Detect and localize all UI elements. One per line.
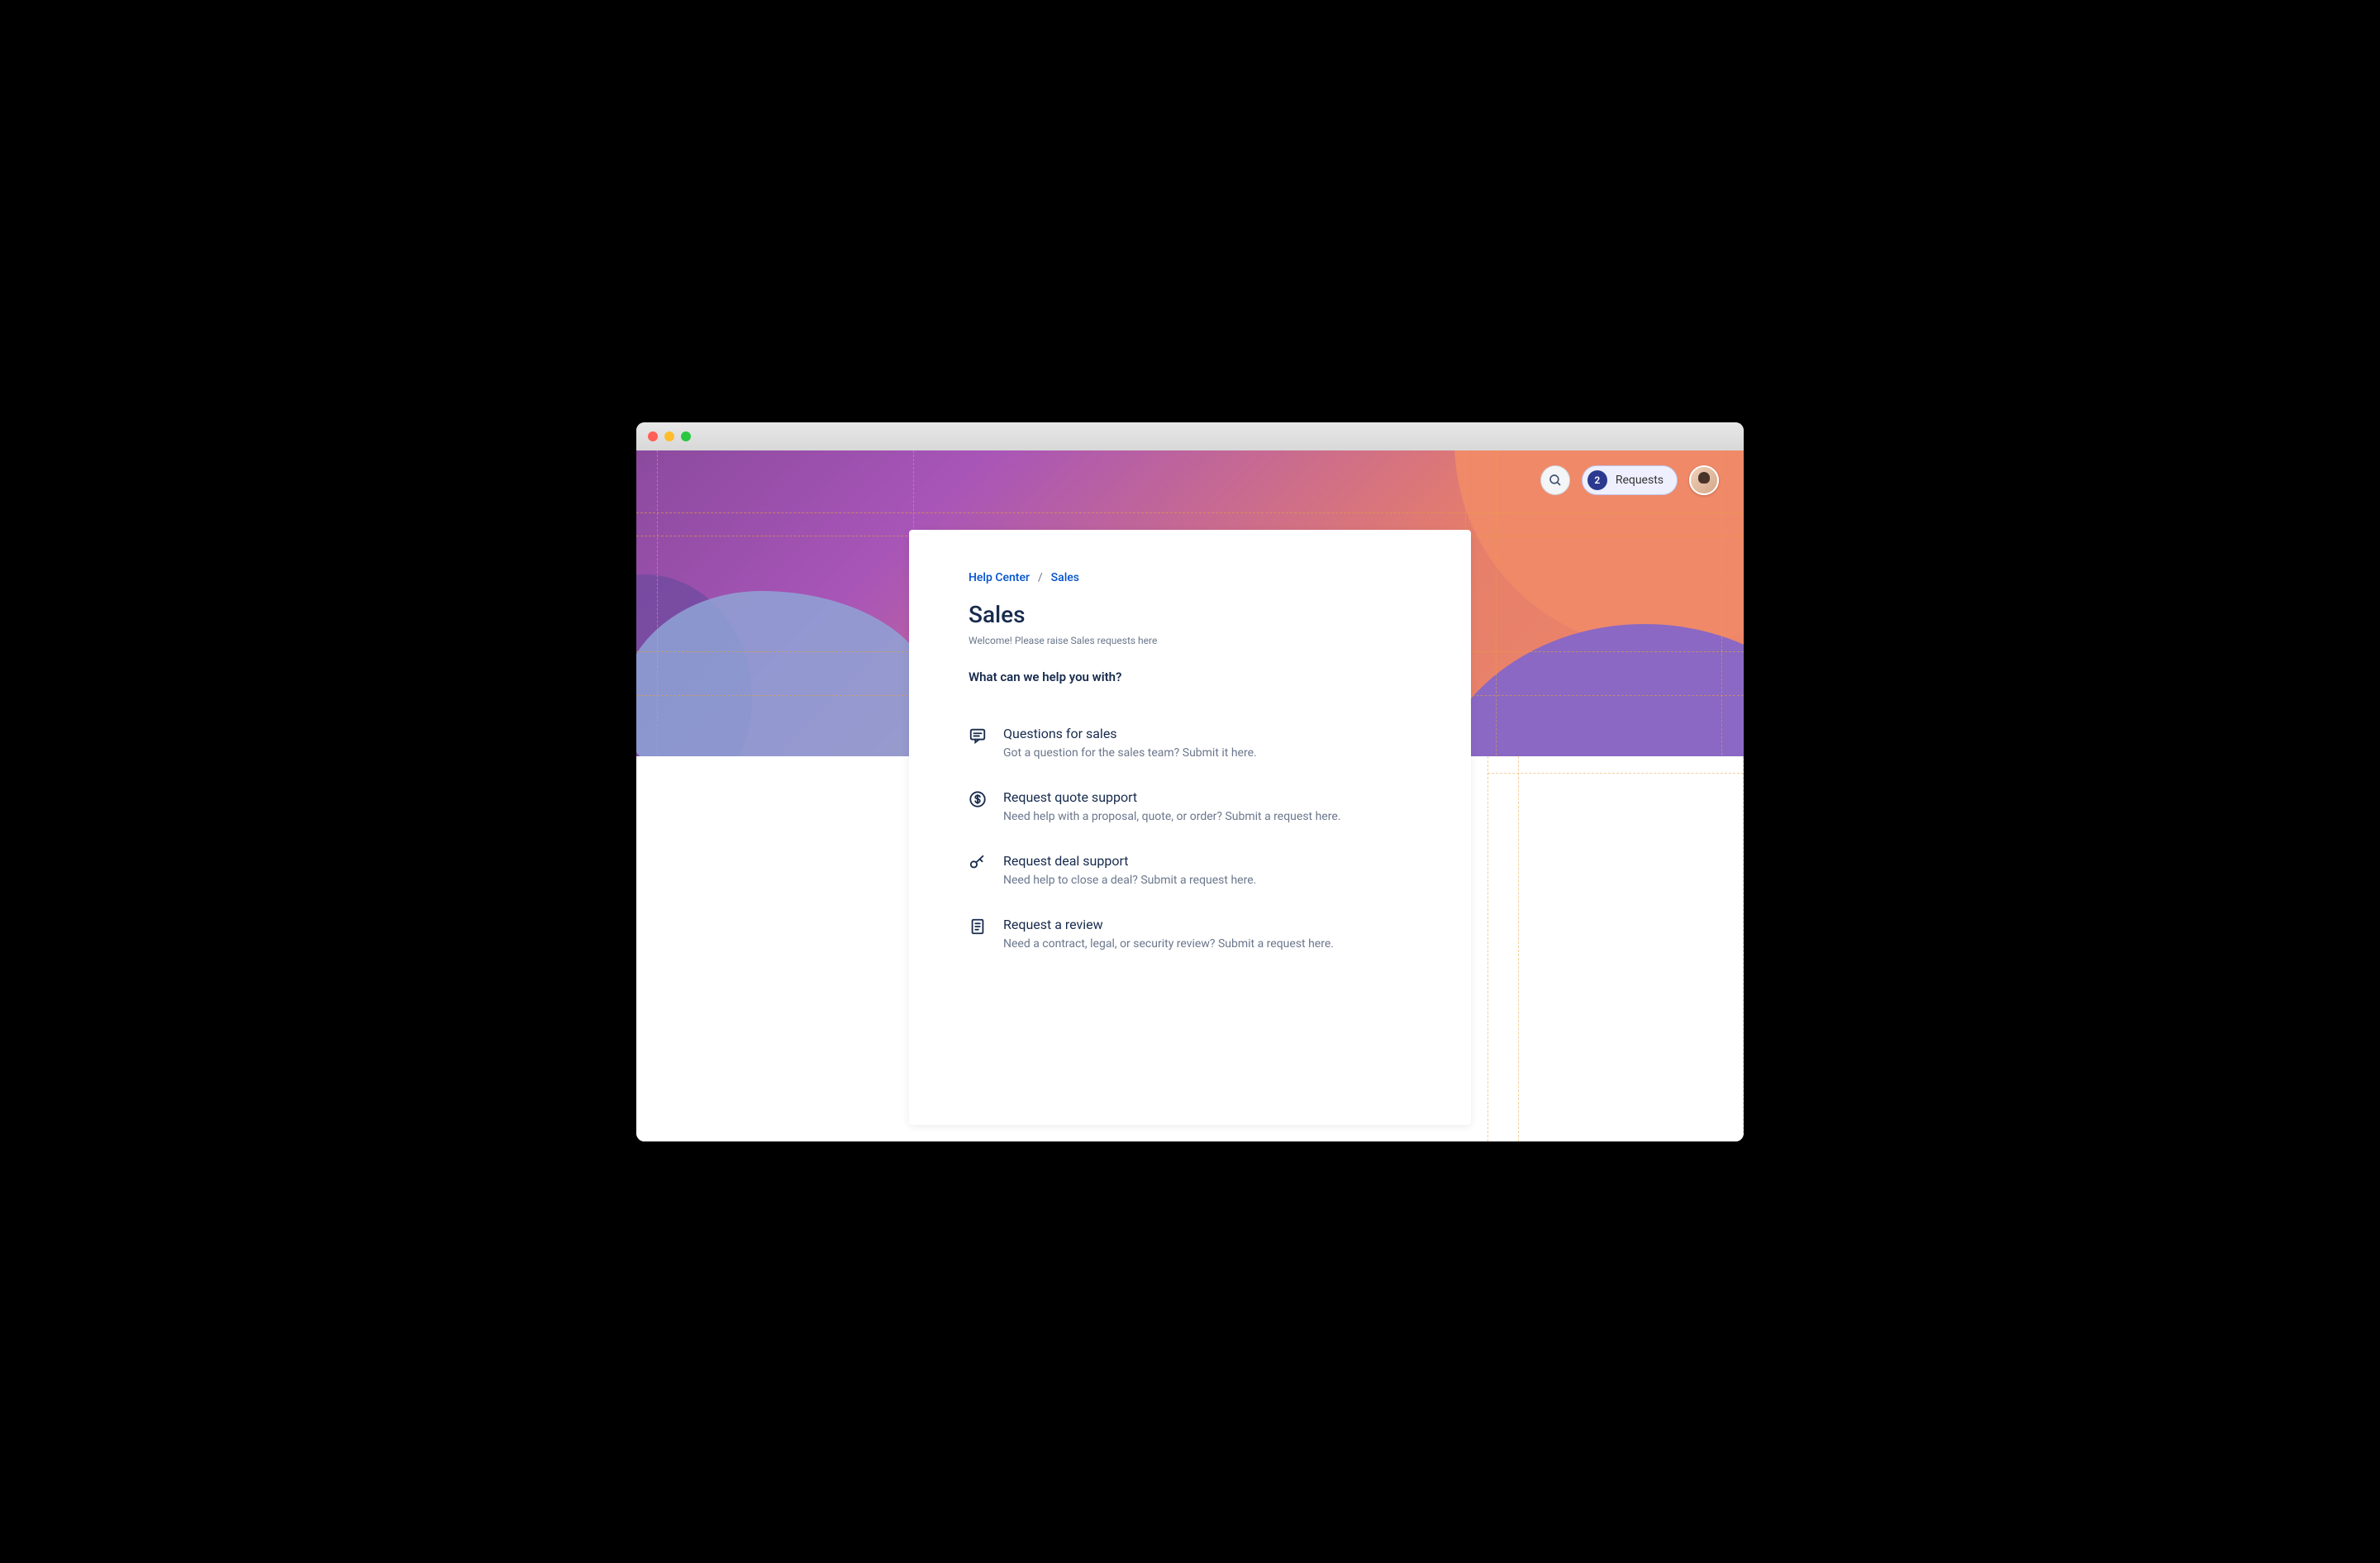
request-title: Request a review (1003, 917, 1334, 932)
close-window-button[interactable] (648, 431, 658, 441)
hero-blob-decoration (1430, 624, 1744, 756)
help-prompt: What can we help you with? (969, 670, 1411, 684)
request-type-deal[interactable]: Request deal support Need help to close … (969, 853, 1411, 887)
request-type-quote[interactable]: Request quote support Need help with a p… (969, 789, 1411, 823)
page-subtitle: Welcome! Please raise Sales requests her… (969, 635, 1411, 646)
browser-window: 2 Requests Help Center / Sales Sales Wel… (636, 422, 1744, 1141)
breadcrumb-root-link[interactable]: Help Center (969, 571, 1030, 584)
request-description: Need help to close a deal? Submit a requ… (1003, 874, 1256, 887)
requests-button[interactable]: 2 Requests (1582, 465, 1678, 495)
request-title: Request quote support (1003, 789, 1340, 805)
dollar-icon (969, 790, 987, 808)
request-description: Need help with a proposal, quote, or ord… (1003, 810, 1340, 823)
request-title: Request deal support (1003, 853, 1256, 869)
requests-label: Requests (1616, 474, 1664, 487)
request-title: Questions for sales (1003, 726, 1257, 741)
topbar: 2 Requests (1540, 465, 1719, 495)
breadcrumb: Help Center / Sales (969, 571, 1411, 584)
key-icon (969, 854, 987, 872)
document-icon (969, 917, 987, 936)
minimize-window-button[interactable] (664, 431, 674, 441)
breadcrumb-separator: / (1038, 571, 1043, 584)
request-description: Got a question for the sales team? Submi… (1003, 746, 1257, 760)
window-titlebar (636, 422, 1744, 450)
hero-blob-decoration (636, 591, 934, 756)
request-description: Need a contract, legal, or security revi… (1003, 937, 1334, 951)
breadcrumb-current-link[interactable]: Sales (1051, 571, 1079, 584)
grid-overlay (1488, 756, 1744, 1141)
search-icon (1548, 473, 1563, 488)
page-title: Sales (969, 601, 1411, 628)
maximize-window-button[interactable] (681, 431, 691, 441)
request-type-questions[interactable]: Questions for sales Got a question for t… (969, 726, 1411, 760)
chat-icon (969, 727, 987, 745)
user-avatar[interactable] (1689, 465, 1719, 495)
request-type-review[interactable]: Request a review Need a contract, legal,… (969, 917, 1411, 951)
content-card: Help Center / Sales Sales Welcome! Pleas… (909, 530, 1471, 1125)
requests-count-badge: 2 (1587, 470, 1607, 490)
search-button[interactable] (1540, 465, 1570, 495)
request-type-list: Questions for sales Got a question for t… (969, 726, 1411, 951)
